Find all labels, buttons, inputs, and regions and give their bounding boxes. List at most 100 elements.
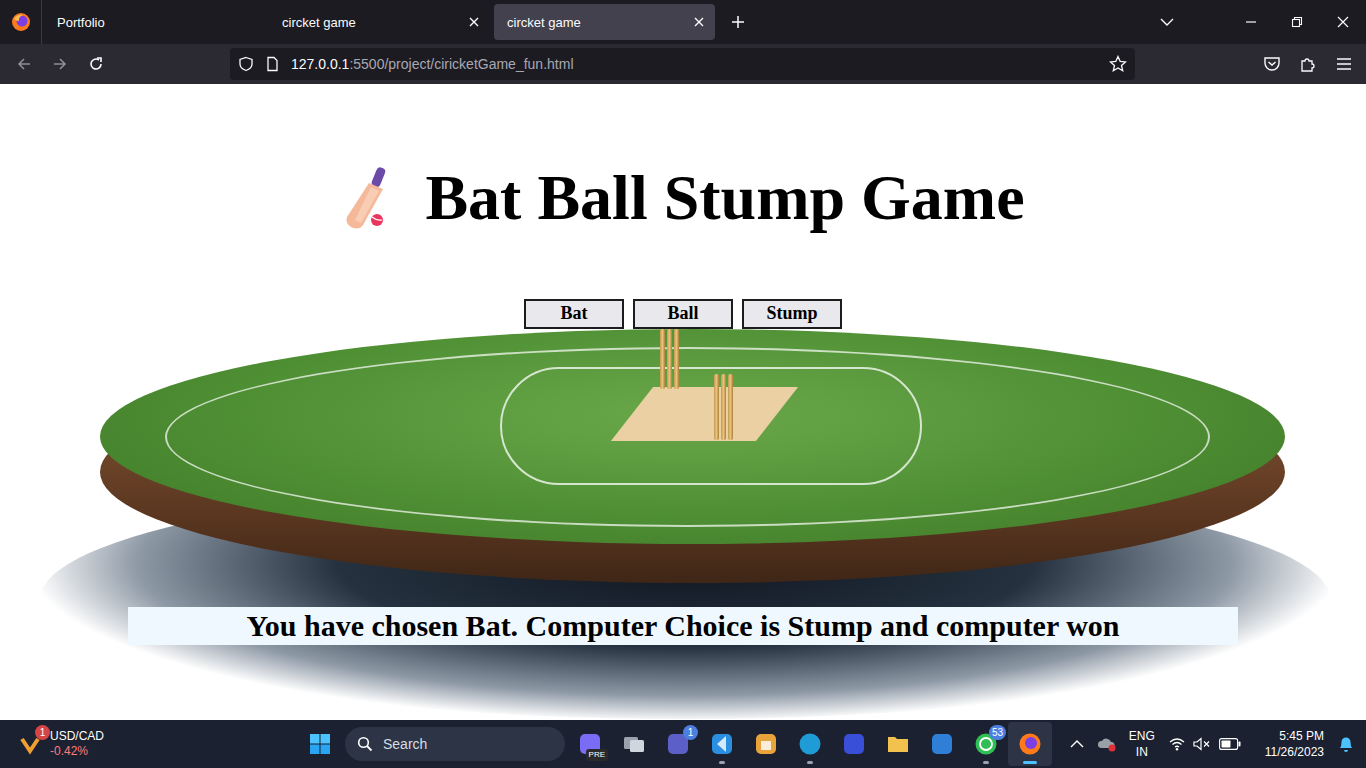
tab-list: Portfolio circket game circket game (44, 4, 715, 40)
onedrive-button[interactable] (1095, 728, 1119, 760)
firefox-view-button[interactable] (0, 0, 42, 44)
app-badge: 1 (683, 725, 698, 740)
app-badge: PRE (586, 749, 608, 761)
language-indicator[interactable]: ENGIN (1125, 728, 1159, 760)
forward-button[interactable] (44, 48, 76, 80)
quick-settings[interactable] (1165, 737, 1245, 751)
close-icon[interactable] (468, 16, 480, 28)
taskbar-app[interactable] (788, 722, 832, 766)
tab[interactable]: Portfolio (44, 4, 265, 40)
search-icon (357, 736, 373, 752)
clock[interactable]: 5:45 PM11/26/2023 (1251, 728, 1326, 760)
taskbar-app[interactable] (1008, 722, 1052, 766)
taskbar-app[interactable] (832, 722, 876, 766)
language-text: IN (1136, 744, 1148, 760)
bookmark-star-icon[interactable] (1109, 55, 1127, 73)
stumps (660, 329, 679, 389)
taskbar-app[interactable]: 53 (964, 722, 1008, 766)
time-text: 5:45 PM (1279, 728, 1324, 744)
title-text: Bat Ball Stump Game (425, 160, 1024, 237)
menu-button[interactable] (1328, 48, 1360, 80)
choice-button[interactable]: Ball (633, 299, 733, 329)
files-icon (886, 732, 910, 756)
language-text: ENG (1129, 728, 1155, 744)
search-box[interactable]: Search (345, 727, 565, 761)
start-button[interactable] (300, 724, 340, 764)
choice-button[interactable]: Bat (524, 299, 624, 329)
tab-label: circket game (282, 15, 356, 30)
remote-icon (930, 732, 954, 756)
tab-label: circket game (507, 15, 581, 30)
running-indicator (807, 761, 813, 764)
windows-logo-icon (309, 733, 331, 755)
nav-bar: 127.0.0.1:5500/project/ciricketGame_fun.… (0, 44, 1366, 84)
cricket-bat-icon (341, 165, 397, 231)
tab[interactable]: circket game (494, 4, 715, 40)
taskbar: 1 USD/CAD-0.42% Search PRE 1 53 ENGIN 5:45 PM11… (0, 720, 1366, 768)
restore-button[interactable] (1274, 0, 1320, 44)
taskbar-app[interactable] (612, 722, 656, 766)
extensions-button[interactable] (1292, 48, 1324, 80)
running-indicator (719, 761, 725, 764)
cloud-error-icon (1097, 736, 1117, 752)
page-title: Bat Ball Stump Game (341, 160, 1024, 237)
close-window-button[interactable] (1320, 0, 1366, 44)
result-text: You have chosen Bat. Computer Choice is … (128, 607, 1238, 645)
taskbar-app[interactable]: PRE (568, 722, 612, 766)
edge-icon (798, 732, 822, 756)
taskbar-app[interactable] (700, 722, 744, 766)
pinned-apps: PRE 1 53 (568, 722, 1052, 766)
hamburger-icon (1336, 56, 1352, 72)
choice-buttons: Bat Ball Stump (524, 299, 842, 329)
running-indicator (983, 761, 989, 764)
new-tab-button[interactable] (723, 7, 753, 37)
reload-button[interactable] (80, 48, 112, 80)
weather-widget[interactable]: 1 USD/CAD-0.42% (0, 729, 290, 759)
vscode-icon (710, 732, 734, 756)
widget-text: USD/CAD-0.42% (50, 729, 104, 759)
system-tray: ENGIN 5:45 PM11/26/2023 (1065, 728, 1366, 760)
reload-icon (88, 56, 104, 72)
back-button[interactable] (8, 48, 40, 80)
search-placeholder: Search (383, 736, 427, 752)
minimize-icon (1245, 16, 1257, 28)
page-icon[interactable] (264, 56, 280, 72)
tab-label: Portfolio (57, 15, 105, 30)
pocket-button[interactable] (1256, 48, 1288, 80)
taskbar-app[interactable] (744, 722, 788, 766)
stock-icon: 1 (18, 732, 42, 756)
minimize-button[interactable] (1228, 0, 1274, 44)
close-icon[interactable] (693, 16, 705, 28)
plus-icon (731, 15, 745, 29)
puzzle-icon (1299, 55, 1317, 73)
widget-label: USD/CAD (50, 729, 104, 744)
tab[interactable]: circket game (269, 4, 490, 40)
toolbar-buttons (1256, 48, 1360, 80)
wifi-icon (1169, 737, 1185, 751)
cricket-field-picture: You have chosen Bat. Computer Choice is … (0, 329, 1366, 719)
list-tabs-button[interactable] (1150, 7, 1184, 37)
choice-button[interactable]: Stump (742, 299, 842, 329)
chevron-down-icon (1160, 17, 1174, 27)
chevron-up-icon (1070, 739, 1084, 749)
pocket-icon (1263, 55, 1281, 73)
taskbar-app[interactable] (876, 722, 920, 766)
app-badge: 53 (989, 725, 1006, 740)
forward-arrow-icon (52, 56, 68, 72)
store-icon (754, 732, 778, 756)
taskbar-app[interactable] (920, 722, 964, 766)
restore-icon (1291, 16, 1303, 28)
back-arrow-icon (16, 56, 32, 72)
shield-icon[interactable] (238, 56, 254, 72)
taskbar-app[interactable]: 1 (656, 722, 700, 766)
volume-muted-icon (1193, 737, 1211, 751)
url-field[interactable]: 127.0.0.1:5500/project/ciricketGame_fun.… (230, 48, 1135, 80)
mathpix-icon (842, 732, 866, 756)
show-hidden-icons-button[interactable] (1065, 728, 1089, 760)
widget-change: -0.42% (50, 744, 104, 759)
page: Bat Ball Stump Game Bat Ball Stump You have … (0, 84, 1366, 720)
stumps (714, 374, 733, 440)
bell-icon (1338, 735, 1354, 753)
taskview-icon (622, 732, 646, 756)
notifications-button[interactable] (1334, 728, 1358, 760)
